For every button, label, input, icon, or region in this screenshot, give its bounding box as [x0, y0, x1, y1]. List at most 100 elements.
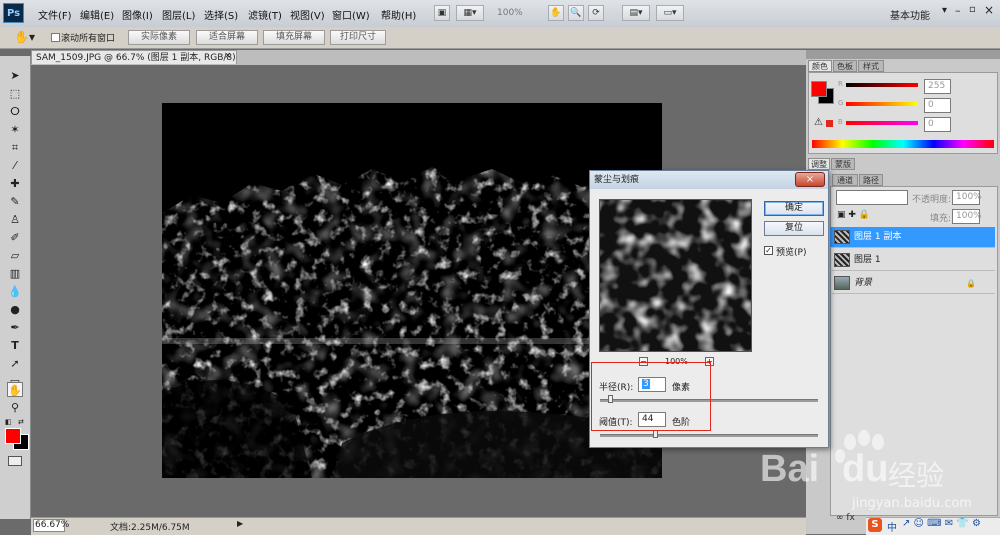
- history-brush-tool-icon[interactable]: ✐: [7, 230, 23, 245]
- ime-toolbar-icons[interactable]: ↗ ☺ ⌨ ✉ 👕 ⚙: [902, 518, 981, 529]
- menu-image[interactable]: 图像(I): [122, 7, 153, 22]
- eraser-tool-icon[interactable]: ▱: [7, 248, 23, 263]
- crop-tool-icon[interactable]: ⌗: [7, 140, 23, 155]
- type-tool-icon[interactable]: T: [7, 338, 23, 353]
- layer-row-copy[interactable]: 图层 1 副本: [830, 227, 995, 248]
- fill-field[interactable]: 100%: [952, 209, 982, 224]
- layer-name: 图层 1 副本: [854, 232, 902, 242]
- lock-icons[interactable]: ▣ ✚ 🔒: [837, 210, 870, 220]
- menu-layer[interactable]: 图层(L): [162, 7, 195, 22]
- print-size-button[interactable]: 打印尺寸: [330, 30, 386, 45]
- healing-brush-tool-icon[interactable]: ✚: [7, 176, 23, 191]
- opacity-field[interactable]: 100%: [952, 190, 982, 205]
- quick-mask-icon[interactable]: [8, 456, 22, 466]
- fill-screen-button[interactable]: 填充屏幕: [263, 30, 325, 45]
- foreground-color-swatch[interactable]: [5, 428, 21, 444]
- green-slider[interactable]: [846, 102, 918, 106]
- default-colors-icon[interactable]: ◧: [5, 418, 12, 426]
- green-channel-label: G: [838, 99, 844, 107]
- tab-channels[interactable]: 通道: [832, 174, 858, 186]
- zoom-icon[interactable]: 🔍: [568, 5, 584, 21]
- blur-tool-icon[interactable]: 💧: [7, 284, 23, 299]
- reset-button[interactable]: 复位: [764, 221, 824, 236]
- blue-value-field[interactable]: 0: [924, 117, 951, 132]
- ok-button[interactable]: 确定: [764, 201, 824, 216]
- eyedropper-tool-icon[interactable]: ⁄: [7, 158, 23, 173]
- tab-paths[interactable]: 路径: [859, 174, 883, 186]
- ime-mode-cn[interactable]: 中: [887, 519, 897, 534]
- lasso-tool-icon[interactable]: ⵔ: [7, 104, 23, 119]
- menu-window[interactable]: 窗口(W): [332, 7, 370, 22]
- tab-styles[interactable]: 样式: [858, 60, 884, 72]
- layer-row-background[interactable]: 背景 🔒: [830, 273, 995, 294]
- menu-filter[interactable]: 滤镜(T): [248, 7, 282, 22]
- scroll-all-windows-checkbox[interactable]: [51, 33, 60, 42]
- menu-file[interactable]: 文件(F): [38, 7, 72, 22]
- minimize-icon[interactable]: –: [955, 4, 961, 17]
- green-value-field[interactable]: 0: [924, 98, 951, 113]
- tab-masks[interactable]: 蒙版: [831, 158, 855, 170]
- view-extras-icon[interactable]: ▦▾: [456, 5, 484, 21]
- close-app-icon[interactable]: ×: [984, 3, 994, 17]
- zoom-field[interactable]: 66.67%: [33, 519, 69, 532]
- dialog-titlebar[interactable]: 蒙尘与划痕: [590, 171, 828, 189]
- hand-tool-preset-icon[interactable]: ✋▾: [14, 30, 35, 44]
- marquee-tool-icon[interactable]: ⬚: [7, 86, 23, 101]
- status-menu-arrow-icon[interactable]: ▶: [237, 519, 243, 528]
- gamut-warning-icon[interactable]: ⚠: [814, 117, 823, 128]
- gamut-color-swatch[interactable]: [826, 120, 833, 127]
- filter-preview[interactable]: [599, 199, 752, 352]
- menu-edit[interactable]: 编辑(E): [80, 7, 114, 22]
- tab-adjustments[interactable]: 调整: [808, 158, 830, 170]
- actual-pixels-button[interactable]: 实际像素: [128, 30, 190, 45]
- color-spectrum-bar[interactable]: [812, 140, 994, 148]
- sogou-ime-icon[interactable]: S: [868, 518, 882, 532]
- move-tool-icon[interactable]: ➤: [7, 68, 23, 83]
- document-canvas[interactable]: [162, 103, 662, 478]
- gradient-tool-icon[interactable]: ▥: [7, 266, 23, 281]
- tab-swatches[interactable]: 色板: [833, 60, 857, 72]
- document-size-info[interactable]: 文档:2.25M/6.75M: [110, 520, 190, 533]
- layer-row-1[interactable]: 图层 1: [830, 250, 995, 271]
- workspace-dropdown-icon[interactable]: ▾: [942, 5, 947, 16]
- preview-image: [600, 200, 751, 351]
- menu-view[interactable]: 视图(V): [290, 7, 325, 22]
- blend-mode-select[interactable]: [836, 190, 908, 205]
- dialog-title: 蒙尘与划痕: [594, 175, 640, 185]
- fit-screen-button[interactable]: 适合屏幕: [196, 30, 258, 45]
- threshold-slider-thumb[interactable]: [653, 430, 658, 438]
- hand-icon[interactable]: ✋: [548, 5, 564, 21]
- tab-color[interactable]: 颜色: [808, 60, 832, 72]
- restore-icon[interactable]: ▫: [969, 4, 976, 15]
- zoom-tool-icon[interactable]: ⚲: [7, 400, 23, 415]
- red-channel-label: R: [838, 80, 843, 88]
- screen-mode-icon[interactable]: ▭▾: [656, 5, 684, 21]
- watermark-url: jingyan.baidu.com: [852, 496, 972, 511]
- red-slider[interactable]: [846, 83, 918, 87]
- magic-wand-tool-icon[interactable]: ✶: [7, 122, 23, 137]
- swap-colors-icon[interactable]: ⇄: [18, 418, 24, 426]
- dialog-close-button[interactable]: ×: [795, 172, 825, 187]
- zoom-level-display[interactable]: 100%: [497, 8, 523, 18]
- preview-checkbox[interactable]: ✓: [764, 246, 773, 255]
- document-tab[interactable]: SAM_1509.JPG @ 66.7% (图层 1 副本, RGB/8) *: [31, 50, 237, 77]
- hand-tool-icon[interactable]: ✋: [7, 382, 23, 397]
- workspace-switcher[interactable]: 基本功能: [890, 7, 930, 22]
- menu-select[interactable]: 选择(S): [204, 7, 238, 22]
- color-panel-foreground-swatch[interactable]: [811, 81, 827, 97]
- close-document-icon[interactable]: ×: [224, 51, 232, 61]
- fill-label: 填充:: [930, 214, 952, 224]
- baidu-watermark: Bai du 经验 jingyan.baidu.com: [760, 430, 1000, 520]
- red-value-field[interactable]: 255: [924, 79, 951, 94]
- menu-help[interactable]: 帮助(H): [381, 7, 416, 22]
- clone-stamp-tool-icon[interactable]: ♙: [7, 212, 23, 227]
- blue-slider[interactable]: [846, 121, 918, 125]
- brush-tool-icon[interactable]: ✎: [7, 194, 23, 209]
- dodge-tool-icon[interactable]: ●: [7, 302, 23, 317]
- rotate-view-icon[interactable]: ⟳: [588, 5, 604, 21]
- scroll-all-windows-label: 滚动所有窗口: [61, 34, 116, 44]
- path-selection-tool-icon[interactable]: ➚: [7, 356, 23, 371]
- pen-tool-icon[interactable]: ✒: [7, 320, 23, 335]
- bridge-icon[interactable]: ▣: [434, 5, 450, 21]
- arrange-documents-icon[interactable]: ▤▾: [622, 5, 650, 21]
